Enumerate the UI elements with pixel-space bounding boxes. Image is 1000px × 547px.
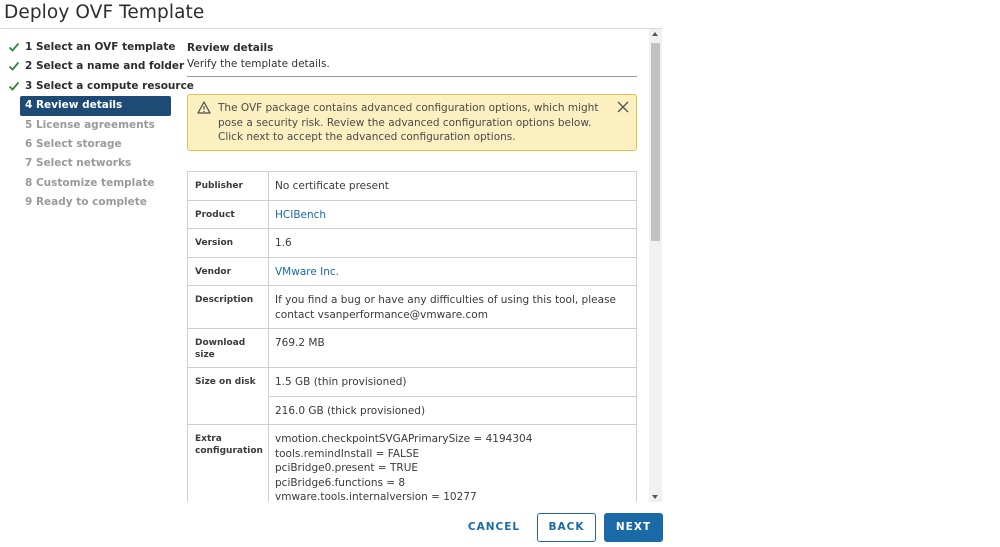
review-subtitle: Verify the template details. xyxy=(187,58,330,70)
wizard-step-6: 6 Select storage xyxy=(0,135,176,154)
row-value: No certificate present xyxy=(275,180,389,192)
checkmark-icon xyxy=(8,81,20,91)
wizard-step-label: 5 License agreements xyxy=(25,118,155,131)
wizard-step-2[interactable]: 2 Select a name and folder xyxy=(0,57,184,76)
security-warning-alert: The OVF package contains advanced config… xyxy=(187,94,637,151)
table-row: Product HCIBench xyxy=(188,200,636,229)
warning-icon xyxy=(197,101,211,114)
scroll-thumb[interactable] xyxy=(651,43,660,241)
back-button[interactable]: BACK xyxy=(537,513,596,542)
scroll-down-arrow-icon[interactable] xyxy=(652,495,658,499)
row-label: Product xyxy=(188,200,269,228)
details-table: Publisher No certificate present Product HC… xyxy=(187,171,637,502)
row-value: 1.6 xyxy=(275,237,292,249)
wizard-step-9: 9 Ready to complete xyxy=(0,193,176,212)
row-label: Size on disk xyxy=(188,368,269,424)
wizard-step-label: 4 Review details xyxy=(25,99,123,112)
wizard-step-label: 7 Select networks xyxy=(25,157,132,170)
cancel-button[interactable]: CANCEL xyxy=(460,513,528,542)
wizard-step-label: 9 Ready to complete xyxy=(25,196,147,209)
table-row: Download size 769.2 MB xyxy=(188,329,636,368)
wizard-step-8: 8 Customize template xyxy=(0,174,176,193)
table-row: Description If you find a bug or have any… xyxy=(188,286,636,329)
row-label: Publisher xyxy=(188,172,269,200)
wizard-step-5: 5 License agreements xyxy=(0,116,176,135)
alert-text: The OVF package contains advanced config… xyxy=(218,102,599,143)
table-row: Publisher No certificate present xyxy=(188,172,636,201)
wizard-step-4[interactable]: 4 Review details xyxy=(20,96,171,116)
next-button[interactable]: NEXT xyxy=(604,513,663,542)
wizard-steps: 1 Select an OVF template 2 Select a name … xyxy=(0,38,194,213)
close-icon[interactable] xyxy=(617,101,629,113)
dialog-title: Deploy OVF Template xyxy=(4,2,205,23)
row-value: If you find a bug or have any difficulti… xyxy=(275,294,616,321)
row-label: Download size xyxy=(188,329,269,367)
row-value: 1.5 GB (thin provisioned) xyxy=(275,376,407,388)
row-label: Extra configuration xyxy=(188,425,269,502)
scrollbar[interactable] xyxy=(649,29,662,502)
row-value: 216.0 GB (thick provisioned) xyxy=(269,395,636,425)
row-label: Version xyxy=(188,229,269,257)
table-row: Vendor VMware Inc. xyxy=(188,257,636,286)
wizard-step-label: 1 Select an OVF template xyxy=(25,41,176,53)
wizard-step-7: 7 Select networks xyxy=(0,154,176,173)
review-panel: Review details Verify the template detai… xyxy=(176,28,662,502)
row-label: Description xyxy=(188,286,269,328)
checkmark-icon xyxy=(8,42,20,52)
wizard-step-1[interactable]: 1 Select an OVF template xyxy=(0,38,176,57)
wizard-step-label: 2 Select a name and folder xyxy=(25,60,185,73)
table-row: Extra configuration vmotion.checkpointSVG… xyxy=(188,425,636,502)
review-title: Review details xyxy=(187,42,274,54)
row-label: Vendor xyxy=(188,257,269,285)
table-row: Size on disk 1.5 GB (thin provisioned) 216… xyxy=(188,368,636,425)
wizard-step-label: 3 Select a compute resource xyxy=(25,79,194,92)
header-divider xyxy=(187,76,637,77)
row-value: 769.2 MB xyxy=(275,337,325,349)
row-value-link[interactable]: VMware Inc. xyxy=(269,258,636,286)
review-header: Review details Verify the template detai… xyxy=(187,42,637,70)
table-row: Version 1.6 xyxy=(188,229,636,258)
row-value-link[interactable]: HCIBench xyxy=(269,201,636,229)
row-value: vmotion.checkpointSVGAPrimarySize = 4194… xyxy=(275,433,533,502)
checkmark-icon xyxy=(8,62,20,72)
scroll-up-arrow-icon[interactable] xyxy=(652,32,658,36)
wizard-step-label: 6 Select storage xyxy=(25,137,122,150)
wizard-step-label: 8 Customize template xyxy=(25,176,155,189)
wizard-step-3[interactable]: 3 Select a compute resource xyxy=(0,77,194,96)
